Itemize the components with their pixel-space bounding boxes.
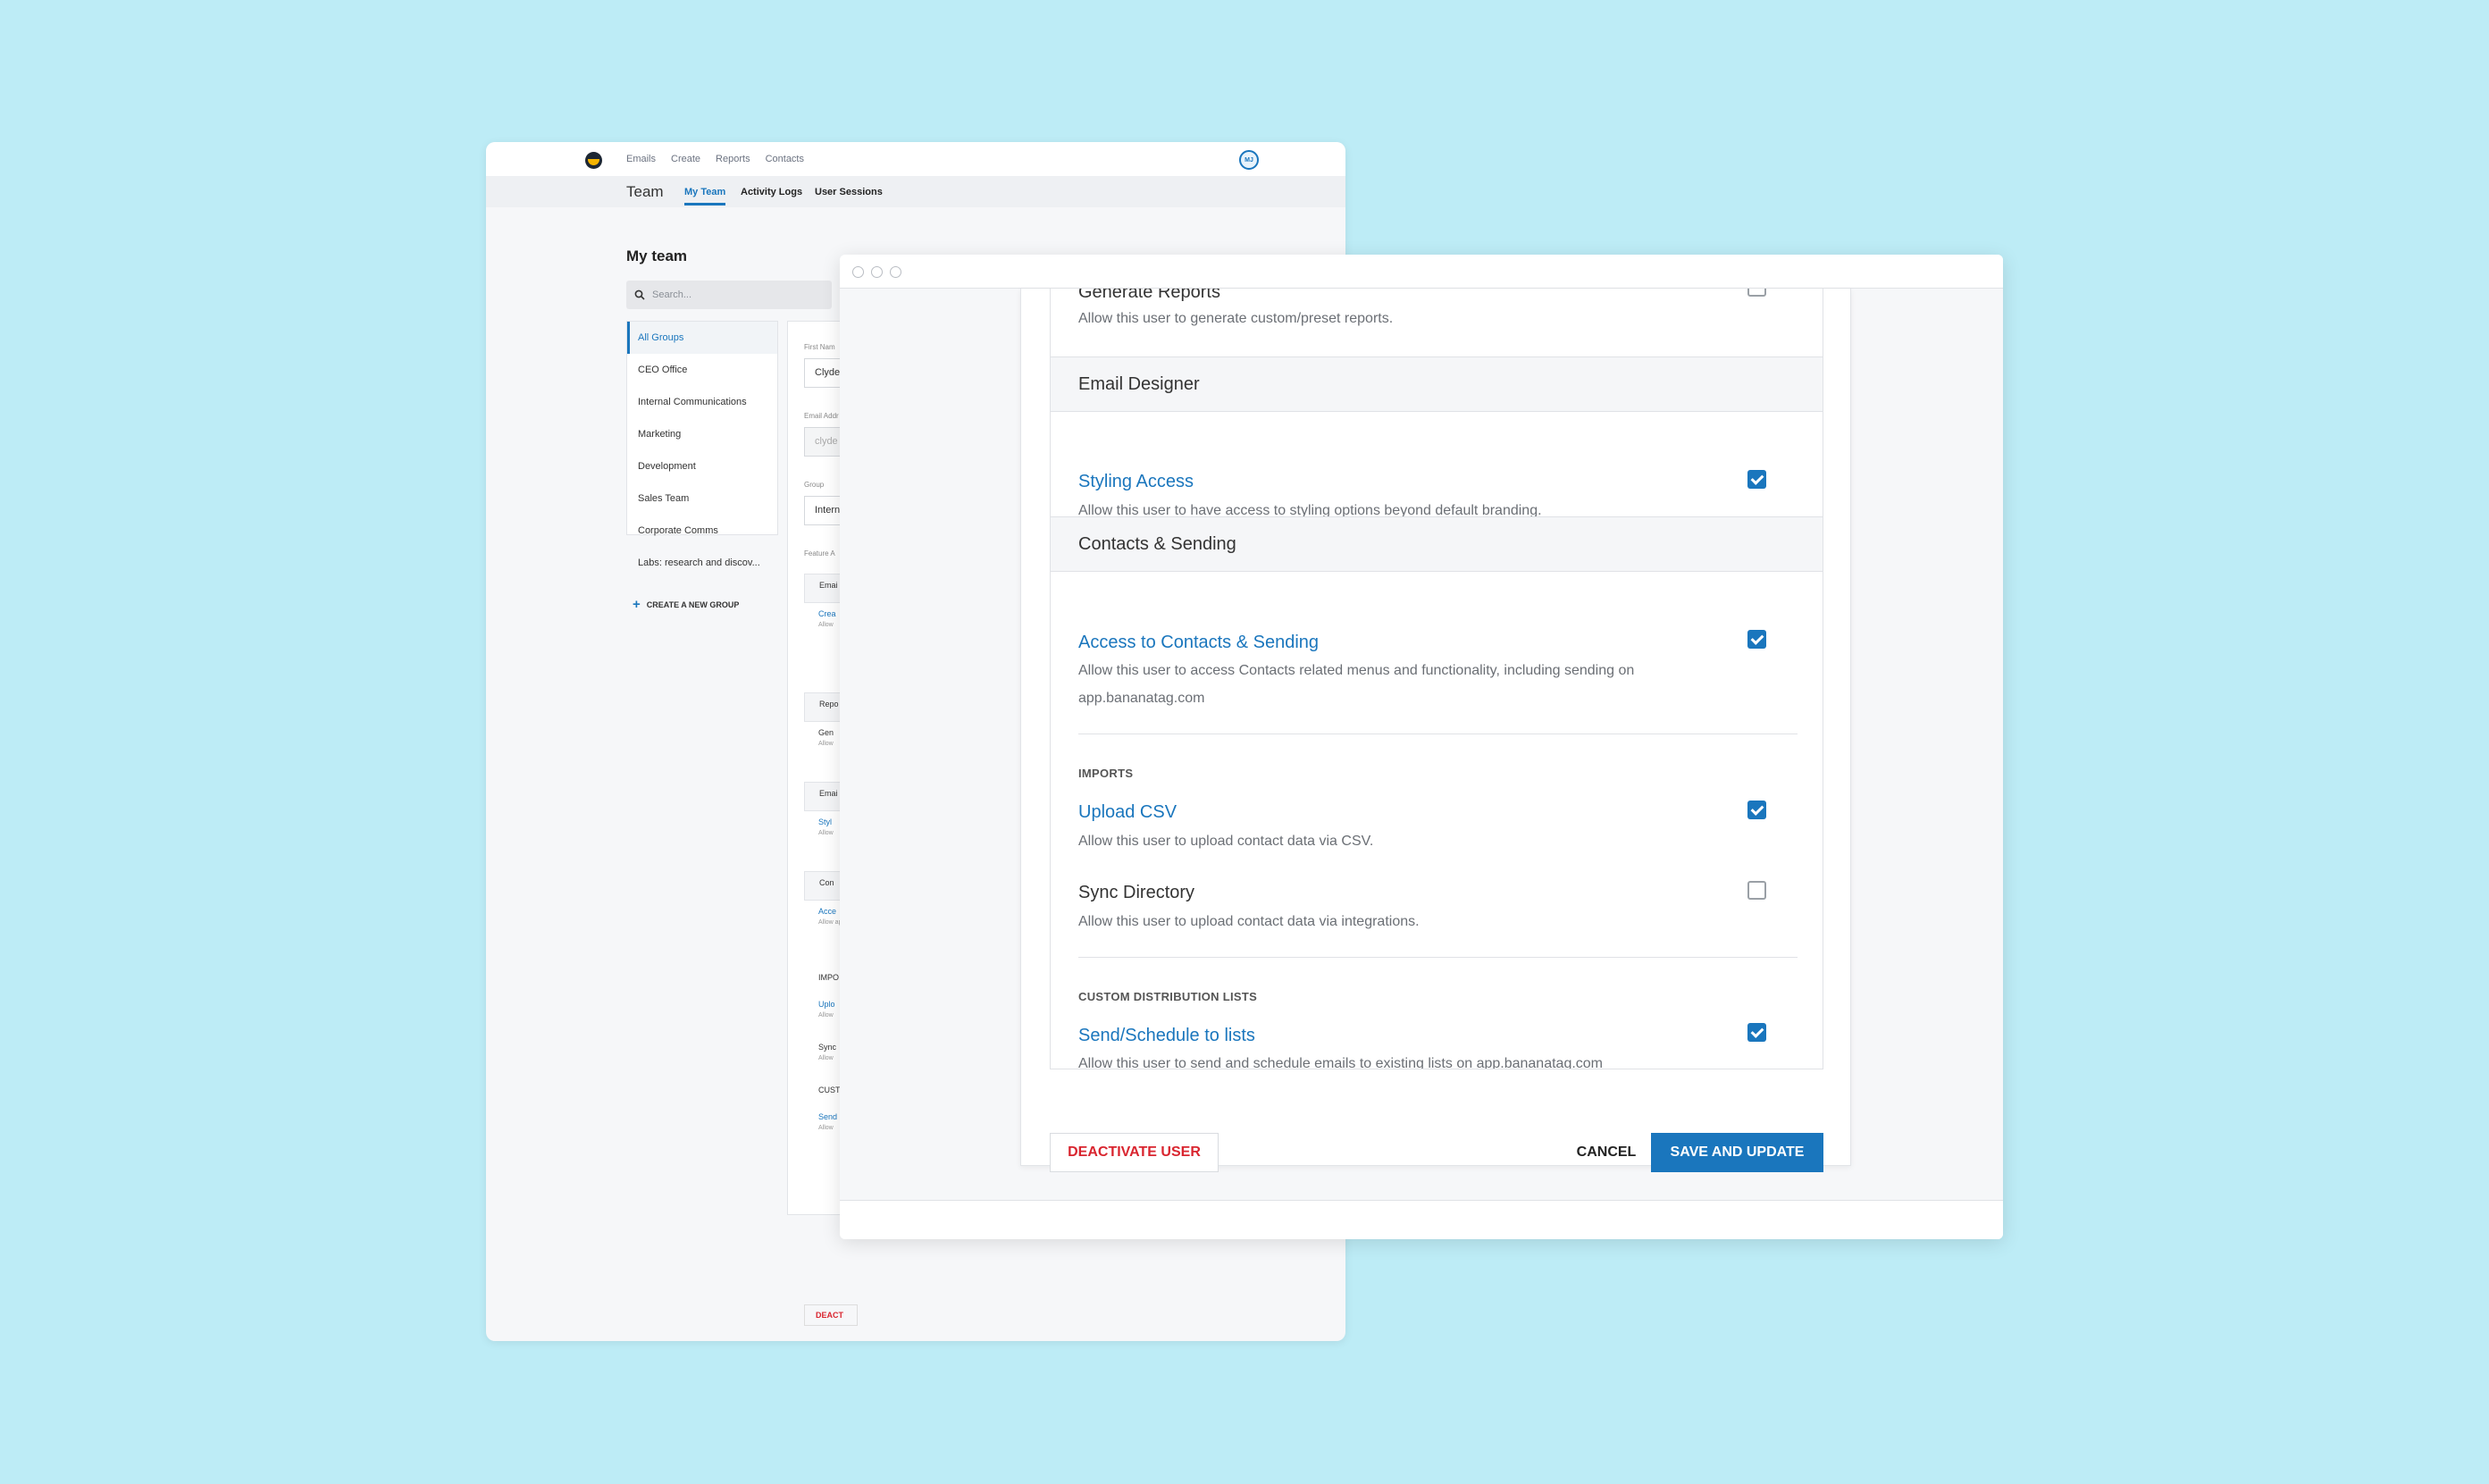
group-item-internal-communications[interactable]: Internal Communications — [627, 386, 777, 418]
window-titlebar — [840, 255, 2003, 289]
cancel-button[interactable]: CANCEL — [1562, 1133, 1651, 1172]
deactivate-user-button[interactable]: DEACTIVATE USER — [1050, 1133, 1219, 1172]
sync-directory-desc: Allow this user to upload contact data v… — [1078, 914, 1420, 929]
save-and-update-button[interactable]: SAVE AND UPDATE — [1651, 1133, 1823, 1172]
upload-csv-title[interactable]: Upload CSV — [1078, 802, 1177, 823]
section-contacts-sending: Contacts & Sending — [1051, 516, 1823, 572]
group-item-ceo-office[interactable]: CEO Office — [627, 354, 777, 386]
plus-icon: + — [633, 597, 641, 612]
group-list: All Groups CEO Office Internal Communica… — [626, 321, 778, 568]
permissions-modal: Generate Reports Allow this user to gene… — [1020, 289, 1851, 1172]
upload-csv-checkbox[interactable] — [1747, 801, 1766, 819]
group-item-all-groups[interactable]: All Groups — [627, 322, 777, 354]
app-logo[interactable] — [585, 152, 602, 169]
group-item-sales-team[interactable]: Sales Team — [627, 482, 777, 515]
nav-create[interactable]: Create — [671, 154, 700, 164]
top-nav-menu: Emails Create Reports Contacts — [626, 154, 804, 164]
styling-access-checkbox[interactable] — [1747, 470, 1766, 489]
custom-lists-subheading: CUSTOM DISTRIBUTION LISTS — [1078, 990, 1258, 1003]
front-app-window: Generate Reports Allow this user to gene… — [840, 255, 2003, 1239]
permissions-list: Generate Reports Allow this user to gene… — [1050, 289, 1823, 1069]
window-maximize-icon[interactable] — [890, 266, 901, 278]
access-contacts-title[interactable]: Access to Contacts & Sending — [1078, 633, 1319, 653]
sync-directory-title: Sync Directory — [1078, 883, 1195, 902]
sync-directory-checkbox[interactable] — [1747, 881, 1766, 900]
create-group-button[interactable]: + CREATE A NEW GROUP — [633, 597, 739, 612]
divider — [1078, 957, 1798, 958]
send-schedule-desc: Allow this user to send and schedule ema… — [1078, 1056, 1604, 1069]
window-footer — [840, 1200, 2003, 1239]
styling-access-title[interactable]: Styling Access — [1078, 472, 1194, 492]
deactivate-user-button-small[interactable]: DEACT — [804, 1304, 858, 1326]
group-search-input[interactable]: Search... — [626, 281, 832, 309]
access-contacts-desc: Allow this user to access Contacts relat… — [1078, 663, 1635, 706]
nav-contacts[interactable]: Contacts — [766, 154, 804, 164]
group-item-marketing[interactable]: Marketing — [627, 418, 777, 450]
first-name-label: First Nam — [804, 343, 835, 351]
send-schedule-checkbox[interactable] — [1747, 1023, 1766, 1042]
create-group-label: CREATE A NEW GROUP — [646, 599, 740, 609]
generate-reports-desc: Allow this user to generate custom/prese… — [1078, 311, 1394, 326]
feature-access-label: Feature A — [804, 549, 835, 558]
group-label: Group — [804, 481, 825, 489]
top-navbar: Emails Create Reports Contacts MJ — [486, 142, 1345, 176]
tab-activity-logs[interactable]: Activity Logs — [741, 187, 802, 197]
access-contacts-checkbox[interactable] — [1747, 630, 1766, 649]
group-item-development[interactable]: Development — [627, 450, 777, 482]
window-minimize-icon[interactable] — [871, 266, 883, 278]
tab-user-sessions[interactable]: User Sessions — [815, 187, 883, 197]
team-page-title: Team — [626, 183, 664, 200]
nav-emails[interactable]: Emails — [626, 154, 656, 164]
search-placeholder: Search... — [652, 289, 692, 300]
generate-reports-checkbox[interactable] — [1747, 289, 1766, 297]
email-label: Email Addr — [804, 412, 839, 420]
group-item-corporate-comms[interactable]: Corporate Comms — [627, 515, 777, 547]
search-icon — [634, 289, 645, 300]
imports-subheading: IMPORTS — [1078, 767, 1134, 780]
group-item-labs[interactable]: Labs: research and discov... — [627, 547, 777, 579]
upload-csv-desc: Allow this user to upload contact data v… — [1078, 834, 1374, 849]
my-team-heading: My team — [626, 247, 688, 264]
window-close-icon[interactable] — [852, 266, 864, 278]
nav-reports[interactable]: Reports — [716, 154, 750, 164]
send-schedule-title[interactable]: Send/Schedule to lists — [1078, 1026, 1255, 1046]
section-email-designer: Email Designer — [1051, 356, 1823, 412]
team-subnav: Team My Team Activity Logs User Sessions — [486, 176, 1345, 207]
generate-reports-title: Generate Reports — [1078, 289, 1220, 302]
user-avatar[interactable]: MJ — [1239, 150, 1259, 170]
tab-my-team[interactable]: My Team — [684, 187, 726, 205]
